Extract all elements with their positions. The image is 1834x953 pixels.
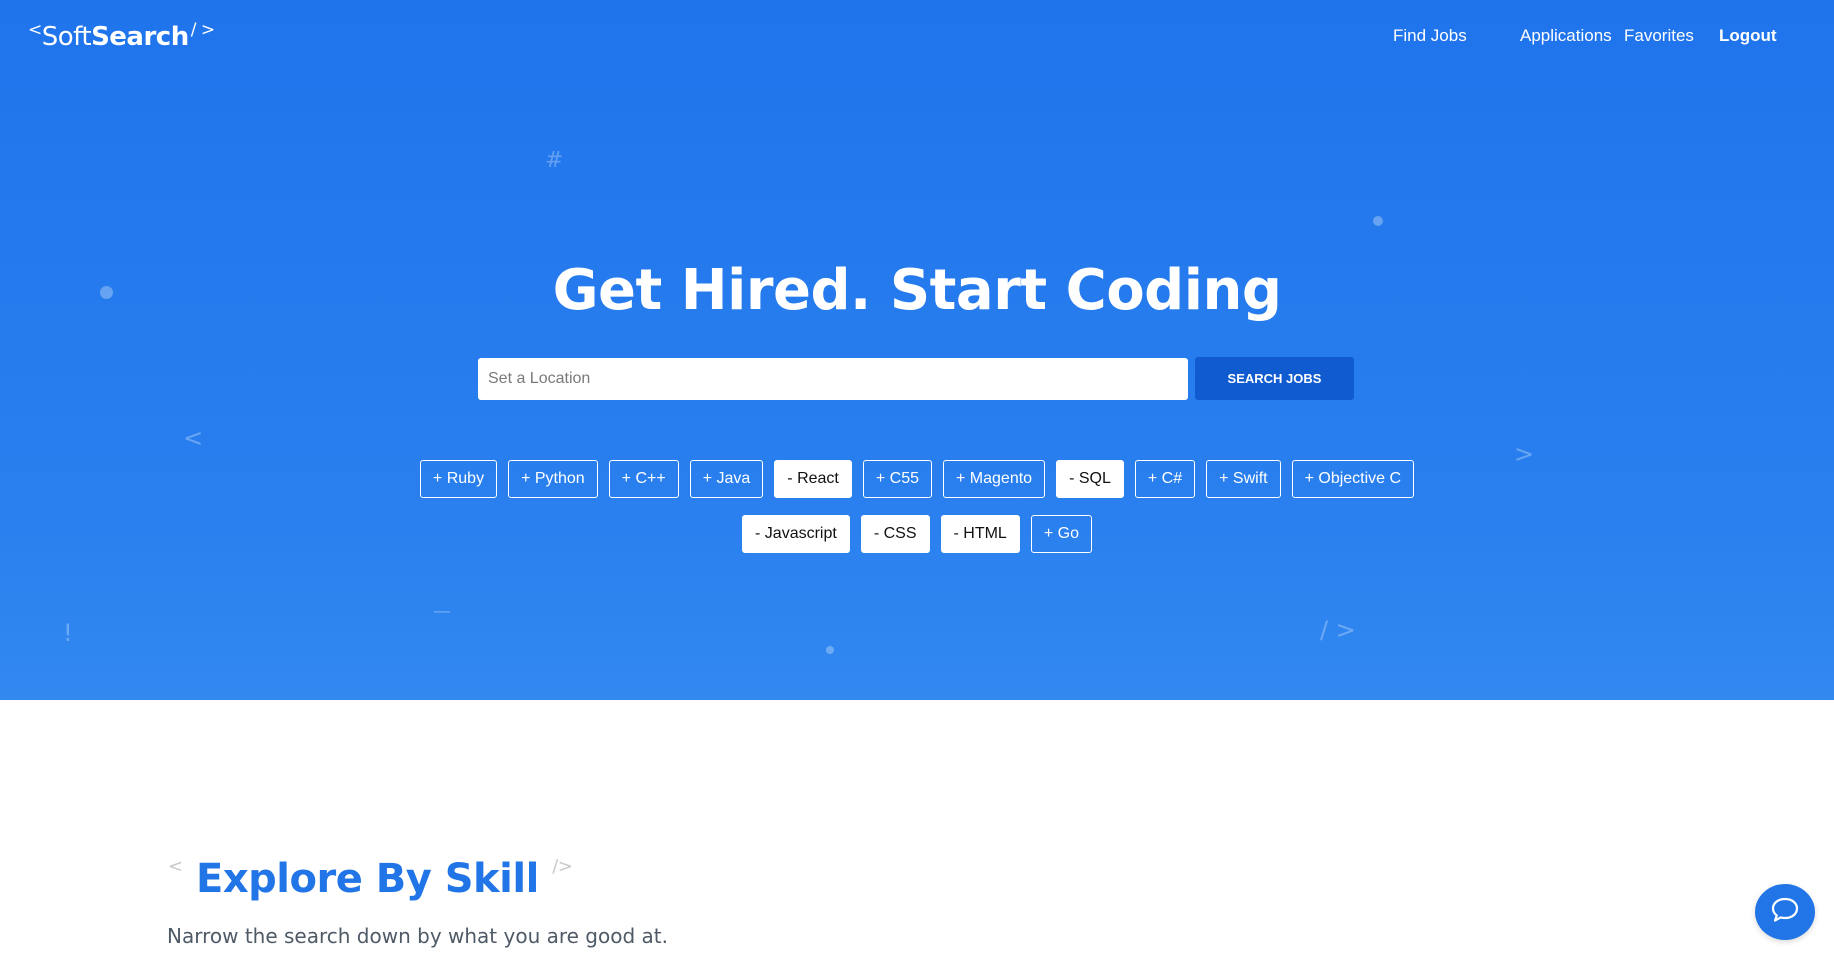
skill-tag[interactable]: + C# bbox=[1134, 460, 1196, 498]
decor-less-than: < bbox=[183, 424, 204, 452]
search-jobs-button[interactable]: SEARCH JOBS bbox=[1195, 357, 1354, 400]
hero-section: <SoftSearch / > Find Jobs Applications Fa… bbox=[0, 0, 1834, 700]
hero-headline: Get Hired. Start Coding bbox=[552, 258, 1282, 323]
skill-tag[interactable]: + Magento bbox=[943, 460, 1046, 498]
skill-tag[interactable]: + Objective C bbox=[1291, 460, 1415, 498]
chat-button[interactable] bbox=[1755, 884, 1815, 940]
explore-close-bracket: /> bbox=[552, 856, 573, 877]
explore-title: Explore By Skill bbox=[196, 856, 539, 902]
explore-open-bracket: < bbox=[168, 856, 183, 877]
skill-tag[interactable]: - Javascript bbox=[742, 515, 850, 553]
decor-dot bbox=[826, 646, 834, 654]
softsearch-logo[interactable]: <SoftSearch / > bbox=[28, 20, 215, 52]
nav-applications[interactable]: Applications bbox=[1520, 26, 1612, 46]
skill-tag[interactable]: - HTML bbox=[940, 515, 1020, 553]
skill-tags-row-2: - Javascript - CSS - HTML + Go bbox=[0, 515, 1834, 553]
skill-tag[interactable]: + Java bbox=[689, 460, 764, 498]
skill-tag[interactable]: + Swift bbox=[1206, 460, 1281, 498]
skill-tag[interactable]: + C55 bbox=[862, 460, 933, 498]
explore-subtitle: Narrow the search down by what you are g… bbox=[167, 924, 668, 948]
explore-heading: < Explore By Skill /> bbox=[168, 856, 573, 902]
logo-close-bracket: / > bbox=[190, 20, 215, 40]
nav-logout[interactable]: Logout bbox=[1719, 26, 1777, 46]
skill-tag[interactable]: - React bbox=[774, 460, 852, 498]
skill-tag[interactable]: + Ruby bbox=[419, 460, 498, 498]
skill-tag[interactable]: + C++ bbox=[608, 460, 679, 498]
decor-dot bbox=[1373, 216, 1383, 226]
skill-tags-row-1: + Ruby + Python + C++ + Java - React + C55 + M… bbox=[0, 460, 1834, 498]
skill-tag[interactable]: + Python bbox=[508, 460, 598, 498]
logo-soft: Soft bbox=[41, 22, 92, 52]
logo-search: Search bbox=[91, 22, 189, 52]
decor-exclamation: ! bbox=[63, 619, 73, 647]
skill-tag[interactable]: + Go bbox=[1030, 515, 1092, 553]
decor-dash: — bbox=[433, 601, 451, 622]
skill-tag[interactable]: - CSS bbox=[860, 515, 930, 553]
nav-favorites[interactable]: Favorites bbox=[1624, 26, 1694, 46]
decor-slash-greater: / > bbox=[1320, 616, 1356, 644]
skill-tag[interactable]: - SQL bbox=[1056, 460, 1124, 498]
chat-bubble-icon bbox=[1770, 896, 1800, 929]
location-input[interactable] bbox=[478, 358, 1188, 400]
nav-find-jobs[interactable]: Find Jobs bbox=[1393, 26, 1467, 46]
logo-open-bracket: < bbox=[28, 20, 42, 40]
decor-hash: # bbox=[545, 148, 564, 173]
